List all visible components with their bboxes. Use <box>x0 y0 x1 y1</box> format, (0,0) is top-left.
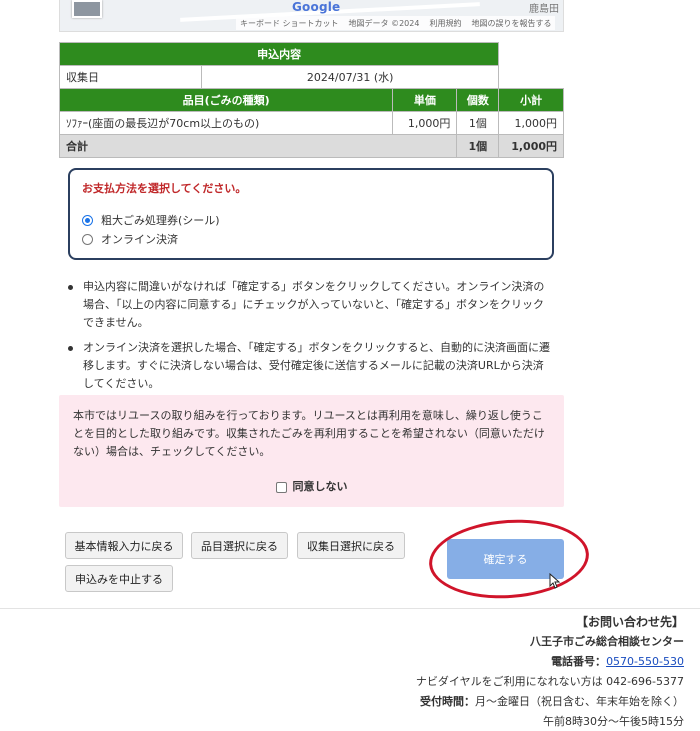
navi-note: ナビダイヤルをご利用になれない方は 042-696-5377 <box>415 675 684 688</box>
header-qty: 個数 <box>456 88 500 112</box>
payment-method-box: お支払方法を選択してください。 粗大ごみ処理券(シール) オンライン決済 <box>68 168 554 260</box>
radio-online[interactable] <box>82 233 93 245</box>
hours-label: 受付時間： <box>420 695 475 708</box>
header-subtotal: 小計 <box>498 88 564 112</box>
section-title: 申込内容 <box>58 42 500 66</box>
google-logo: Google <box>292 0 341 14</box>
disagree-option[interactable]: 同意しない <box>59 478 564 496</box>
notes-list: 申込内容に間違いがなければ「確定する」ボタンをクリックしてください。オンライン決… <box>68 278 554 400</box>
footer-divider <box>0 608 700 609</box>
payment-option-online[interactable]: オンライン決済 <box>82 231 540 247</box>
disagree-label: 同意しない <box>292 480 348 493</box>
map-report-link[interactable]: 地図の誤りを報告する <box>471 18 551 28</box>
list-item: オンライン決済を選択した場合、「確定する」ボタンをクリックすると、自動的に決済画… <box>68 339 554 393</box>
contact-org: 八王子市ごみ総合相談センター <box>530 635 684 648</box>
disagree-checkbox[interactable] <box>275 481 287 493</box>
total-label: 合計 <box>58 134 458 158</box>
back-date-button[interactable]: 収集日選択に戻る <box>297 532 405 559</box>
map-data-label: 地図データ ©2024 <box>348 19 420 28</box>
bullet-icon <box>68 285 73 290</box>
map-thumbnail[interactable] <box>72 0 102 18</box>
row-item: ｿﾌｧｰ(座面の最長辺が70cm以上のもの) <box>58 111 394 135</box>
reuse-text: 本市ではリユースの取り組みを行っております。リユースとは再利用を意味し、繰り返し… <box>73 409 545 458</box>
payment-option-label: 粗大ごみ処理券(シール) <box>101 214 220 227</box>
contact-footer: 【お問い合わせ先】 八王子市ごみ総合相談センター 電話番号：0570-550-5… <box>416 612 684 731</box>
map-shortcuts-link[interactable]: キーボード ショートカット <box>240 18 339 28</box>
row-price: 1,000円 <box>392 111 458 135</box>
map-place-label: 鹿島田 <box>529 4 559 15</box>
header-item: 品目(ごみの種類) <box>58 88 394 112</box>
payment-title: お支払方法を選択してください。 <box>82 182 247 195</box>
list-item: 申込内容に間違いがなければ「確定する」ボタンをクリックしてください。オンライン決… <box>68 278 554 332</box>
map-terms-link[interactable]: 利用規約 <box>429 18 461 28</box>
back-item-button[interactable]: 品目選択に戻る <box>191 532 288 559</box>
row-subtotal: 1,000円 <box>498 111 564 135</box>
phone-label: 電話番号： <box>551 655 607 668</box>
map-attribution: キーボード ショートカット 地図データ ©2024 利用規約 地図の誤りを報告す… <box>236 16 556 30</box>
date-value: 2024/07/31 (水) <box>200 65 500 89</box>
date-label: 収集日 <box>59 65 202 89</box>
note-text: 申込内容に間違いがなければ「確定する」ボタンをクリックしてください。オンライン決… <box>83 280 545 329</box>
cancel-application-button[interactable]: 申込みを中止する <box>65 565 173 592</box>
total-row: 合計 1個 1,000円 <box>58 134 564 158</box>
payment-option-ticket[interactable]: 粗大ごみ処理券(シール) <box>82 212 540 228</box>
phone-link[interactable]: 0570-550-530 <box>606 655 684 668</box>
map-embed[interactable]: Google 鹿島田 キーボード ショートカット 地図データ ©2024 利用規… <box>59 0 564 32</box>
hours-time: 午前8時30分～午後5時15分 <box>543 715 684 728</box>
contact-heading: 【お問い合わせ先】 <box>575 615 684 629</box>
order-summary-table: 申込内容 収集日 2024/07/31 (水) 品目(ごみの種類) 単価 個数 … <box>58 42 564 158</box>
reuse-consent-box: 本市ではリユースの取り組みを行っております。リユースとは再利用を意味し、繰り返し… <box>59 395 564 507</box>
radio-ticket[interactable] <box>82 214 93 226</box>
row-qty: 1個 <box>456 111 500 135</box>
total-qty: 1個 <box>456 134 500 158</box>
back-basic-info-button[interactable]: 基本情報入力に戻る <box>65 532 183 559</box>
header-price: 単価 <box>392 88 458 112</box>
table-row: ｿﾌｧｰ(座面の最長辺が70cm以上のもの) 1,000円 1個 1,000円 <box>58 111 564 135</box>
payment-option-label: オンライン決済 <box>101 233 178 246</box>
cursor-icon <box>549 573 561 589</box>
hours-days: 月～金曜日（祝日含む、年末年始を除く） <box>475 695 684 708</box>
total-amount: 1,000円 <box>498 134 564 158</box>
bullet-icon <box>68 346 73 351</box>
note-text: オンライン決済を選択した場合、「確定する」ボタンをクリックすると、自動的に決済画… <box>83 341 551 390</box>
confirm-button[interactable]: 確定する <box>447 539 564 579</box>
